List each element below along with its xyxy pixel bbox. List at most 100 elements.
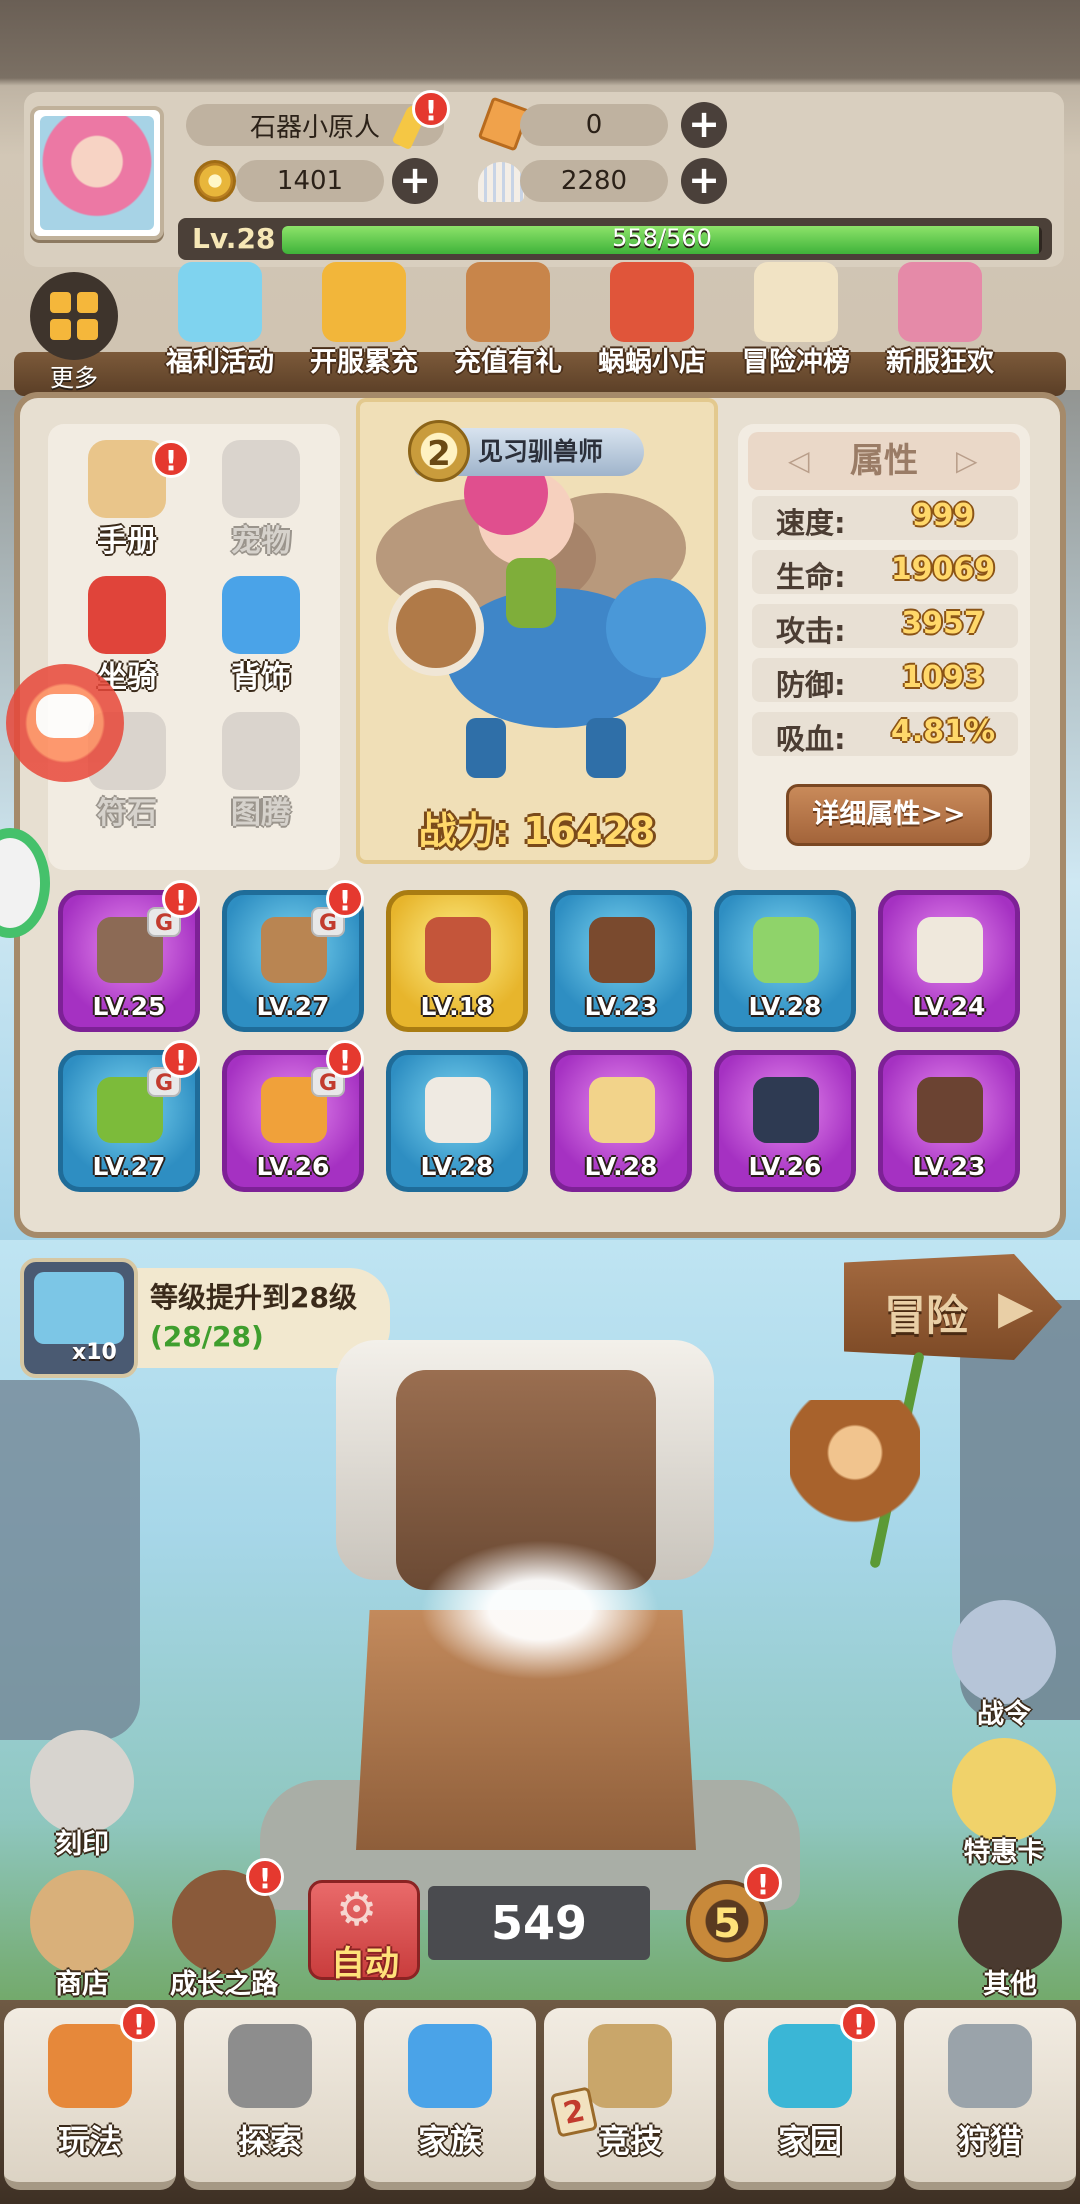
menu-item-5[interactable]: 图腾 [196,712,326,842]
equipment-slot[interactable]: LV.28 [714,890,856,1032]
nav-tab-5[interactable]: 狩猎 [904,2008,1076,2190]
equipment-item-icon [425,917,491,983]
add-ticket-button[interactable]: + [681,102,727,148]
nav-tab-3[interactable]: 竞技 2 [544,2008,716,2190]
equipment-item-icon [753,1077,819,1143]
rank-number-badge: 2 [408,420,470,482]
shell-count-pill: 2280 [520,160,668,202]
event-0[interactable]: 福利活动 [150,262,290,382]
attribute-name: 攻击: [776,614,846,648]
attribute-value: 999 [911,498,975,533]
equipment-slot[interactable]: LV.23 [878,1050,1020,1192]
attribute-value: 1093 [901,660,985,695]
equipment-item-icon [589,917,655,983]
nav-label: 家族 [417,2122,482,2160]
equipment-slot[interactable]: LV.24 [878,890,1020,1032]
event-icon [178,262,262,342]
equipment-level: LV.28 [748,992,822,1021]
ticket-count: 0 [585,110,603,140]
side-button-icon [30,1870,134,1974]
right-side-button-0[interactable]: 战令 [944,1600,1062,1750]
event-label: 冒险冲榜 [742,347,850,378]
coin-icon [194,160,236,202]
add-coin-button[interactable]: + [392,158,438,204]
nav-tab-2[interactable]: 家族 [364,2008,536,2190]
left-side-button-1[interactable]: 商店 [22,1870,140,2020]
side-button-label: 成长之路 [170,1969,278,2000]
attr-next-icon[interactable]: ▷ [956,444,978,477]
event-icon [466,262,550,342]
avatar[interactable] [30,106,164,240]
menu-label: 手册 [97,524,157,559]
monkey-character [790,1400,920,1550]
gamepad-icon [36,694,94,738]
equipment-alert-badge: ! [162,1040,200,1078]
attribute-row: 攻击: 3957 [752,604,1018,648]
chest-count: 549 [428,1886,650,1960]
attribute-value: 4.81% [890,714,996,749]
avatar-portrait [40,116,154,230]
event-5[interactable]: 新服狂欢 [870,262,1010,382]
detail-attributes-button[interactable]: 详细属性>> [786,784,992,846]
attribute-name: 吸血: [776,722,846,756]
equipment-slot[interactable]: LV.28 [550,1050,692,1192]
more-button[interactable]: 更多 [24,272,124,392]
equipment-item-icon [917,1077,983,1143]
right-side-button-2[interactable]: 其他 [950,1870,1068,2020]
equipment-slot[interactable]: LV.26 [714,1050,856,1192]
stage-badge-number: 5 [713,1901,741,1947]
menu-item-3[interactable]: 背饰 [196,576,326,706]
side-button-label: 战令 [977,1699,1031,1730]
add-shell-button[interactable]: + [681,158,727,204]
nav-icon [948,2024,1032,2108]
equipment-level: LV.24 [912,992,986,1021]
menu-icon [222,712,300,790]
equipment-slot[interactable]: LV.23 [550,890,692,1032]
player-name: 石器小原人 [249,112,380,143]
event-2[interactable]: 充值有礼 [438,262,578,382]
left-side-button-0[interactable]: 刻印 [22,1730,140,1880]
nav-label: 狩猎 [957,2122,1022,2160]
event-4[interactable]: 冒险冲榜 [726,262,866,382]
adventure-label: 冒险 [884,1291,969,1340]
side-button-icon [958,1870,1062,1974]
coin-count-pill: 1401 [236,160,384,202]
combat-power: 战力: 16428 [418,809,656,853]
attr-prev-icon[interactable]: ◁ [788,444,810,477]
gamepad-float-button[interactable] [6,664,124,782]
quest-progress: (28/28) [150,1320,264,1353]
side-button-icon [952,1738,1056,1842]
event-label: 新服狂欢 [886,347,994,378]
equipment-slot[interactable]: LV.28 [386,1050,528,1192]
equipment-level: LV.18 [420,992,494,1021]
chest-glow [420,1540,660,1680]
nav-tab-1[interactable]: 探索 [184,2008,356,2190]
nav-alert-badge: ! [120,2004,158,2042]
grid-icon [30,272,118,360]
manual-alert-badge: ! [152,440,190,478]
growth-alert-badge: ! [246,1858,284,1896]
event-icon [754,262,838,342]
menu-item-1[interactable]: 宠物 [196,440,326,570]
nav-label: 家园 [777,2122,842,2160]
quest-reward-count: x10 [72,1340,117,1365]
equipment-level: LV.28 [420,1152,494,1181]
equipment-level: LV.25 [92,992,166,1021]
right-side-button-1[interactable]: 特惠卡 [944,1738,1062,1888]
event-label: 开服累充 [310,347,418,378]
gear-icon: ⚙ [336,1882,378,1936]
event-3[interactable]: 蜗蜗小店 [582,262,722,382]
equipment-item-icon [917,917,983,983]
nav-icon [48,2024,132,2108]
event-icon [898,262,982,342]
quest-title: 等级提升到28级 [150,1281,357,1314]
event-1[interactable]: 开服累充 [294,262,434,382]
nav-icon [588,2024,672,2108]
event-label: 福利活动 [166,347,274,378]
equipment-slot[interactable]: LV.18 [386,890,528,1032]
nav-label: 玩法 [57,2122,122,2160]
attribute-name: 生命: [776,560,846,594]
attribute-row: 吸血: 4.81% [752,712,1018,756]
side-button-label: 其他 [983,1969,1037,2000]
equipment-alert-badge: ! [326,1040,364,1078]
